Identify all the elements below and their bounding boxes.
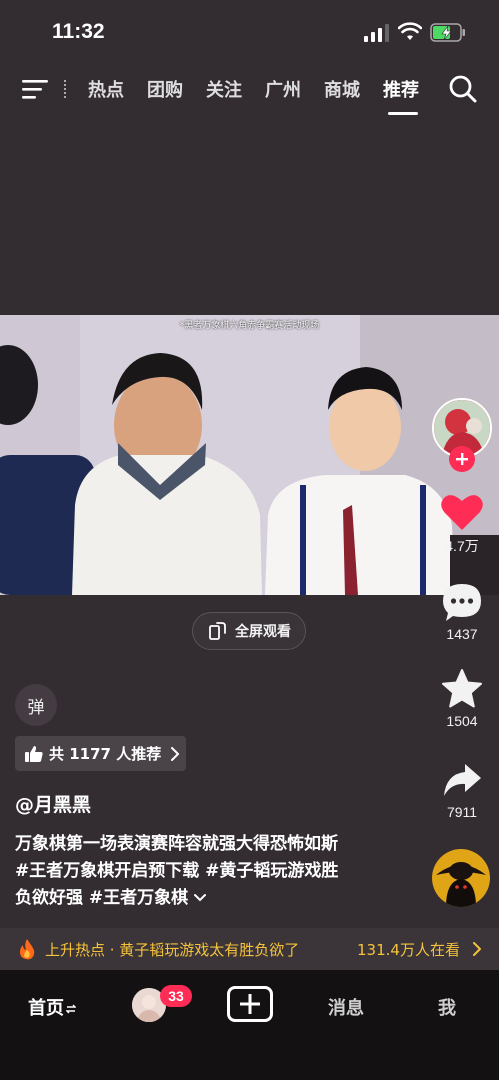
search-icon[interactable] xyxy=(448,74,478,104)
recommend-count-pill[interactable]: 共 1177 人推荐 xyxy=(15,736,186,771)
caption-line-text: 负欲好强 #王者万象棋 xyxy=(15,888,189,908)
caption-line: #王者万象棋开启预下载 #黄子韬玩游戏胜 xyxy=(15,861,339,881)
heart-icon xyxy=(441,495,483,530)
fullscreen-label: 全屏观看 xyxy=(235,624,291,640)
status-bar: 11:32 xyxy=(0,0,499,60)
hot-topic-bar[interactable]: 上升热点 · 黄子韬玩游戏太有胜负欲了 131.4万人在看 xyxy=(0,928,499,970)
hot-topic-text: 上升热点 · 黄子韬玩游戏太有胜负欲了 xyxy=(45,940,300,959)
flame-icon xyxy=(20,939,35,960)
tab-recommend[interactable]: 推荐 xyxy=(383,76,419,102)
music-disc-image xyxy=(432,849,490,907)
music-disc[interactable] xyxy=(432,849,490,907)
danmu-label: 弹 xyxy=(27,697,45,718)
video-frame-image xyxy=(0,315,499,595)
create-post-button[interactable] xyxy=(227,986,273,1022)
friends-notification-badge: 33 xyxy=(160,985,192,1007)
comment-count: 1437 xyxy=(446,626,478,642)
menu-icon[interactable] xyxy=(22,77,50,101)
favorite-button[interactable]: 1504 xyxy=(428,669,496,729)
thumbs-up-icon xyxy=(25,745,43,762)
side-panel-edge[interactable] xyxy=(492,145,499,235)
bottom-navigation: 首页 33 消息 我 xyxy=(0,970,499,1080)
video-player[interactable] xyxy=(0,315,499,595)
cellular-signal-icon xyxy=(364,24,389,42)
tab-local[interactable]: 广州 xyxy=(265,76,301,102)
caption-line: 负欲好强 #王者万象棋 xyxy=(15,885,415,912)
comment-icon xyxy=(443,584,481,621)
hot-viewer-count: 131.4万人在看 xyxy=(357,941,460,959)
caption-line: 万象棋第一场表演赛阵容就强大得恐怖如斯 xyxy=(15,834,338,854)
tab-following[interactable]: 关注 xyxy=(206,76,242,102)
like-count: 4.7万 xyxy=(445,538,479,554)
nav-home[interactable]: 首页 xyxy=(28,994,76,1020)
share-arrow-icon xyxy=(444,764,481,796)
follow-button[interactable] xyxy=(449,446,475,472)
refresh-icon xyxy=(66,1004,76,1014)
chevron-right-icon xyxy=(171,746,180,761)
nav-me[interactable]: 我 xyxy=(438,994,456,1020)
share-button[interactable]: 7911 xyxy=(428,762,496,820)
nav-messages[interactable]: 消息 xyxy=(328,994,364,1020)
danmu-toggle-button[interactable]: 弹 xyxy=(15,684,57,726)
video-caption[interactable]: 万象棋第一场表演赛阵容就强大得恐怖如斯 #王者万象棋开启预下载 #黄子韬玩游戏胜… xyxy=(15,831,415,912)
wifi-icon xyxy=(398,22,422,40)
nav-home-label: 首页 xyxy=(28,998,64,1019)
video-subtitle: *黑者万象棋六角赤争霸赛活动现场 xyxy=(179,321,320,331)
top-navigation: 热点 团购 关注 广州 商城 推荐 xyxy=(0,60,499,120)
favorite-count: 1504 xyxy=(446,713,478,729)
status-time: 11:32 xyxy=(52,20,105,43)
tab-group-buy[interactable]: 团购 xyxy=(147,76,183,102)
battery-charging-icon xyxy=(430,23,465,42)
nav-divider xyxy=(64,80,66,98)
tab-hot[interactable]: 热点 xyxy=(88,76,124,102)
comment-button[interactable]: 1437 xyxy=(428,582,496,642)
tab-mall[interactable]: 商城 xyxy=(324,76,360,102)
star-icon xyxy=(442,669,482,708)
fullscreen-rotate-icon xyxy=(209,622,226,640)
share-count: 7911 xyxy=(446,804,478,820)
author-handle[interactable]: @月黑黑 xyxy=(15,790,91,817)
expand-chevron-icon[interactable] xyxy=(194,893,207,903)
plus-icon xyxy=(456,453,468,465)
chevron-right-icon xyxy=(473,942,481,956)
fullscreen-button[interactable]: 全屏观看 xyxy=(192,612,306,650)
plus-icon xyxy=(240,994,260,1014)
recommend-count-text: 共 1177 人推荐 xyxy=(49,745,162,763)
active-tab-indicator xyxy=(388,112,418,115)
like-button[interactable]: 4.7万 xyxy=(428,492,496,556)
